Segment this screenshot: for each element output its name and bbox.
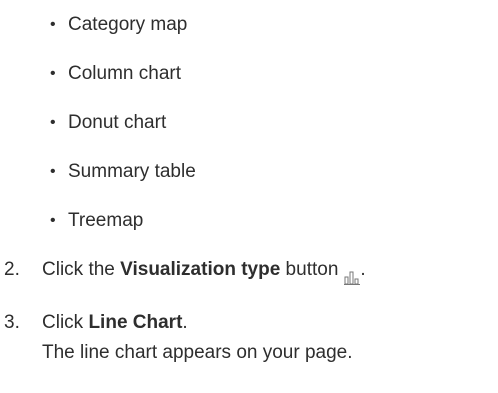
- list-item: • Treemap: [50, 196, 196, 245]
- list-item: • Column chart: [50, 49, 196, 98]
- step-text-bold: Visualization type: [120, 259, 281, 280]
- list-item-label: Column chart: [68, 63, 181, 84]
- step-item: 2. Click the Visualization type button.: [0, 255, 498, 308]
- list-item-label: Summary table: [68, 161, 196, 182]
- step-number: 3.: [4, 312, 20, 333]
- list-item-label: Category map: [68, 14, 188, 35]
- step-text: Click Line Chart.: [42, 308, 498, 338]
- step-number: 2.: [4, 259, 20, 280]
- list-item: • Donut chart: [50, 98, 196, 147]
- step-text-pre: Click the: [42, 259, 121, 280]
- chart-type-list: • Category map • Column chart • Donut ch…: [50, 0, 196, 245]
- list-item: • Category map: [50, 0, 196, 49]
- visualization-type-icon: [344, 265, 361, 285]
- bullet-icon: •: [50, 16, 56, 33]
- bullet-icon: •: [50, 212, 56, 229]
- step-text-bold: Line Chart: [88, 312, 183, 333]
- steps-list: 2. Click the Visualization type button. …: [0, 255, 498, 368]
- step-text-pre: Click: [42, 312, 89, 333]
- bullet-icon: •: [50, 163, 56, 180]
- bullet-icon: •: [50, 65, 56, 82]
- list-item-label: Treemap: [68, 210, 144, 231]
- step-text-post: button: [280, 259, 339, 280]
- step-item: 3. Click Line Chart. The line chart appe…: [0, 308, 498, 368]
- bullet-icon: •: [50, 114, 56, 131]
- step-result-text: The line chart appears on your page.: [42, 342, 353, 363]
- step-text: Click the Visualization type button.: [42, 255, 498, 285]
- list-item: • Summary table: [50, 147, 196, 196]
- list-item-label: Donut chart: [68, 112, 167, 133]
- step-text-period: .: [360, 259, 366, 280]
- step-text-post: .: [182, 312, 188, 333]
